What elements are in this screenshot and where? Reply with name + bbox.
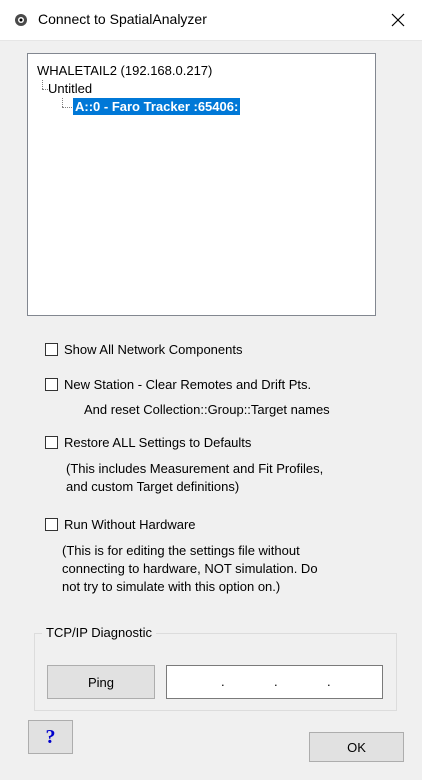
ok-button[interactable]: OK <box>309 732 404 762</box>
restore-defaults-note-1: (This includes Measurement and Fit Profi… <box>66 461 324 476</box>
restore-defaults-note-2: and custom Target definitions) <box>66 479 240 494</box>
ip-separator: . <box>274 674 278 689</box>
spatialanalyzer-icon <box>14 13 28 27</box>
checkbox-box[interactable] <box>45 518 58 531</box>
tree-connector <box>42 80 43 89</box>
tree-node-tracker-label: A::0 - Faro Tracker :65406: <box>73 98 241 115</box>
new-station-checkbox[interactable]: New Station - Clear Remotes and Drift Pt… <box>45 377 311 392</box>
tree-connector <box>62 98 63 107</box>
tree-connector <box>62 107 72 108</box>
new-station-label: New Station - Clear Remotes and Drift Pt… <box>64 377 312 392</box>
checkbox-box[interactable] <box>45 343 58 356</box>
checkbox-box[interactable] <box>45 436 58 449</box>
ip-address-field[interactable]: . . . <box>166 665 383 699</box>
close-icon[interactable] <box>384 6 412 34</box>
tcpip-diagnostic-title: TCP/IP Diagnostic <box>42 625 156 640</box>
ip-separator: . <box>221 674 225 689</box>
tree-node-untitled[interactable]: Untitled <box>48 81 92 96</box>
title-bar: Connect to SpatialAnalyzer <box>0 0 422 41</box>
run-without-hardware-label: Run Without Hardware <box>64 517 196 532</box>
run-without-hardware-checkbox[interactable]: Run Without Hardware <box>45 517 196 532</box>
ping-button[interactable]: Ping <box>47 665 155 699</box>
window-title: Connect to SpatialAnalyzer <box>38 11 207 27</box>
run-without-hardware-note-2: connecting to hardware, NOT simulation. … <box>62 561 318 576</box>
run-without-hardware-note-3: not try to simulate with this option on.… <box>62 579 281 594</box>
show-all-network-label: Show All Network Components <box>64 342 243 357</box>
checkbox-box[interactable] <box>45 378 58 391</box>
restore-defaults-checkbox[interactable]: Restore ALL Settings to Defaults <box>45 435 251 450</box>
connection-tree[interactable]: WHALETAIL2 (192.168.0.217) Untitled A::0… <box>27 53 376 316</box>
ip-separator: . <box>327 674 331 689</box>
new-station-note: And reset Collection::Group::Target name… <box>84 402 330 417</box>
restore-defaults-label: Restore ALL Settings to Defaults <box>64 435 252 450</box>
help-button[interactable]: ? <box>28 720 73 754</box>
tree-node-host[interactable]: WHALETAIL2 (192.168.0.217) <box>37 63 212 78</box>
show-all-network-checkbox[interactable]: Show All Network Components <box>45 342 242 357</box>
tree-node-tracker-selected[interactable]: A::0 - Faro Tracker :65406: <box>73 98 241 115</box>
run-without-hardware-note-1: (This is for editing the settings file w… <box>62 543 300 558</box>
